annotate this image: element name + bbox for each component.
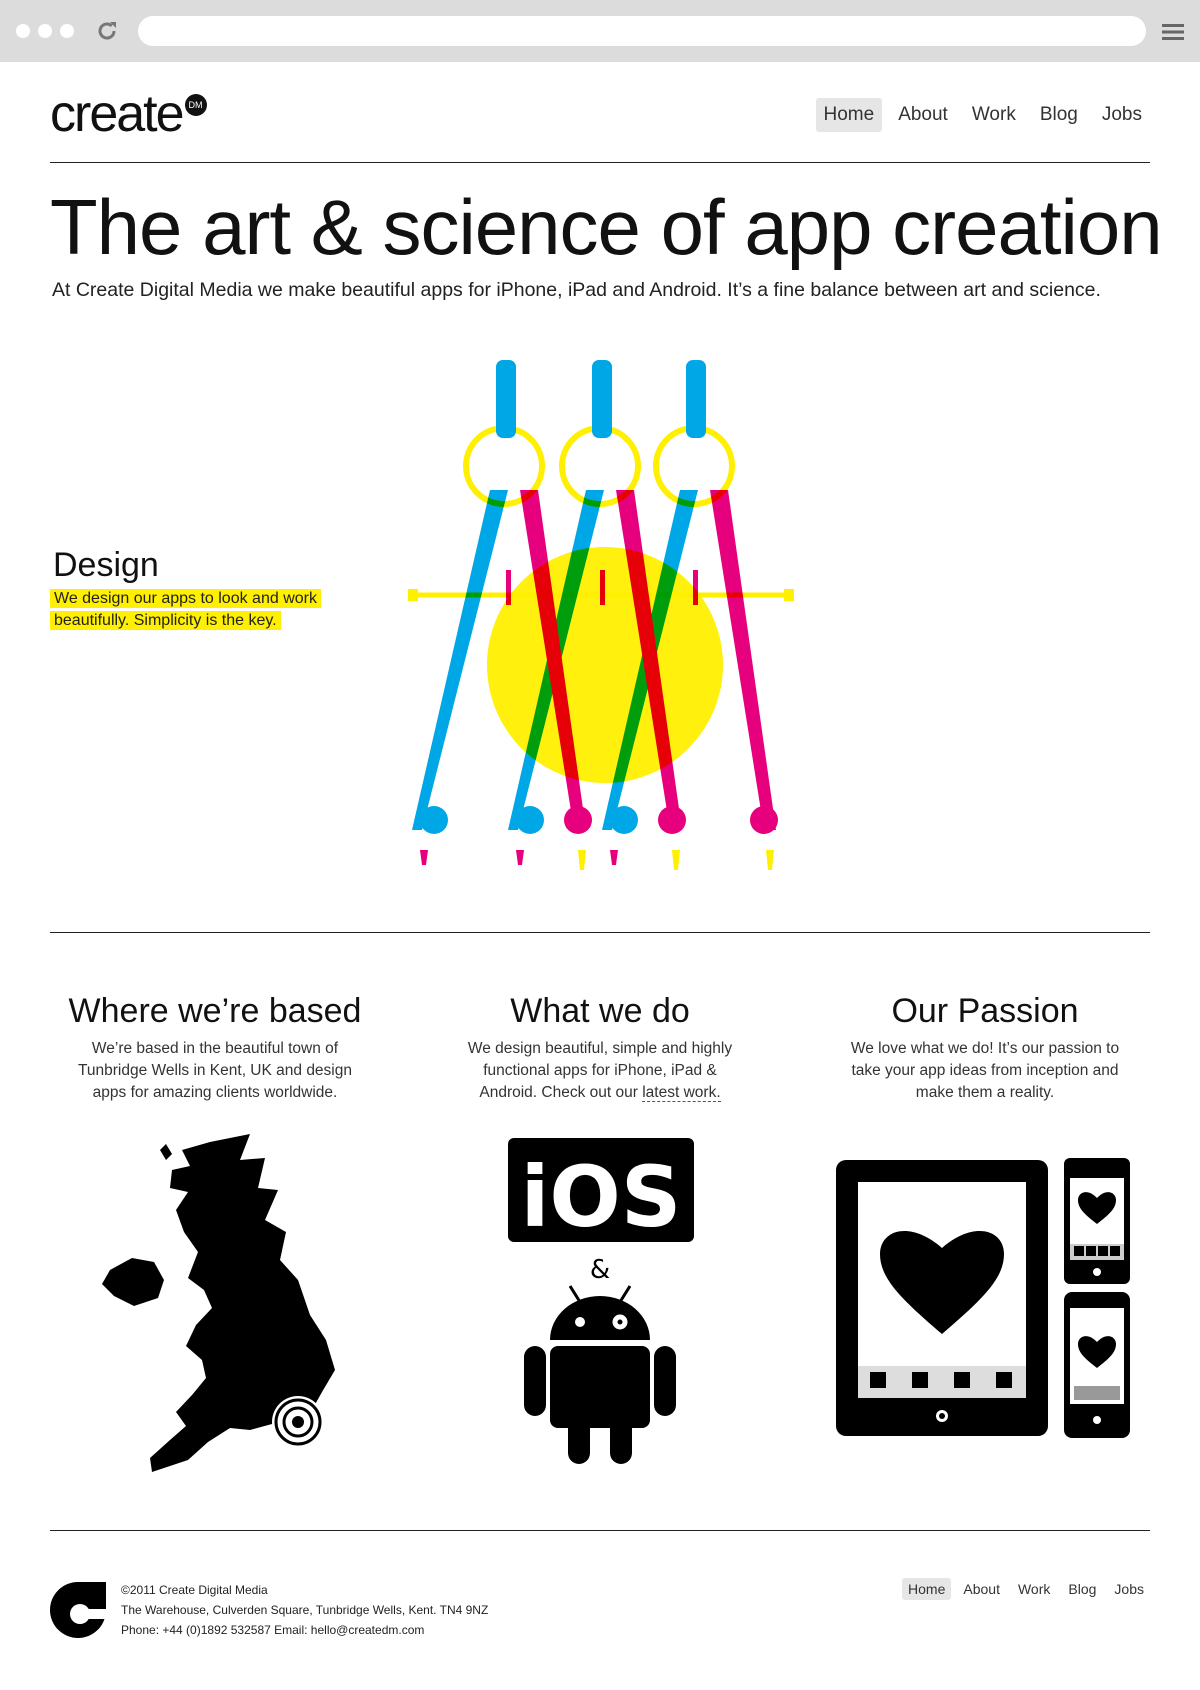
logo-text: create (50, 85, 185, 143)
footer-address: The Warehouse, Culverden Square, Tunbrid… (121, 1603, 489, 1617)
footer-nav-home[interactable]: Home (902, 1578, 952, 1600)
window-dot-icon[interactable] (38, 24, 52, 38)
design-title: Design (53, 546, 159, 584)
footer-nav-blog[interactable]: Blog (1062, 1578, 1102, 1600)
column-title: What we do (510, 992, 690, 1030)
hero-title: The art & science of app creation (50, 183, 1163, 271)
design-text: We design our apps to look and work beau… (50, 588, 330, 632)
footer-info: ©2011 Create Digital Media The Warehouse… (121, 1580, 488, 1640)
window-dot-icon[interactable] (16, 24, 30, 38)
column-text: We love what we do! It’s our passion to … (850, 1040, 1120, 1101)
column-location: Where we’re based We’re based in the bea… (45, 990, 385, 1104)
window-dot-icon[interactable] (60, 24, 74, 38)
design-highlight-text: We design our apps to look and work beau… (50, 589, 321, 630)
footer-nav-about[interactable]: About (957, 1578, 1006, 1600)
platforms-graphic: iOS & (500, 1138, 700, 1468)
address-bar[interactable] (138, 16, 1146, 46)
devices-heart-icon (836, 1158, 1130, 1438)
footer-copyright: ©2011 Create Digital Media (121, 1583, 268, 1597)
footer-contact: Phone: +44 (0)1892 532587 Email: hello@c… (121, 1623, 425, 1637)
header-divider (50, 162, 1150, 163)
latest-work-link[interactable]: latest work. (642, 1084, 721, 1102)
nav-jobs[interactable]: Jobs (1094, 98, 1150, 132)
reload-icon[interactable] (94, 18, 120, 44)
ios-text: iOS (521, 1148, 682, 1246)
footer-divider (50, 1530, 1150, 1531)
nav-about[interactable]: About (890, 98, 956, 132)
footer-nav-work[interactable]: Work (1012, 1578, 1056, 1600)
compasses-illustration (408, 360, 794, 870)
footer-nav: Home About Work Blog Jobs (902, 1578, 1150, 1600)
footer-logo-icon[interactable] (50, 1582, 106, 1638)
logo-badge: DM (184, 94, 207, 116)
column-passion: Our Passion We love what we do! It’s our… (815, 990, 1155, 1104)
ios-android-icon: iOS & (508, 1138, 694, 1464)
column-title: Our Passion (891, 992, 1079, 1030)
site-logo[interactable]: create DM (50, 86, 207, 142)
menu-icon[interactable] (1162, 24, 1184, 40)
nav-blog[interactable]: Blog (1032, 98, 1086, 132)
hero-subtitle: At Create Digital Media we make beautifu… (52, 279, 1101, 301)
section-divider (50, 932, 1150, 933)
main-nav: Home About Work Blog Jobs (815, 98, 1151, 132)
column-text: We’re based in the beautiful town of Tun… (78, 1040, 352, 1101)
browser-chrome (0, 0, 1200, 62)
footer-nav-jobs[interactable]: Jobs (1108, 1578, 1150, 1600)
column-text: We design beautiful, simple and highly f… (430, 1038, 770, 1104)
nav-home[interactable]: Home (815, 98, 883, 132)
column-title: Where we’re based (68, 992, 362, 1030)
nav-work[interactable]: Work (964, 98, 1024, 132)
column-services: What we do We design beautiful, simple a… (430, 990, 770, 1104)
ampersand-text: & (590, 1255, 610, 1285)
uk-map-icon (102, 1134, 335, 1472)
